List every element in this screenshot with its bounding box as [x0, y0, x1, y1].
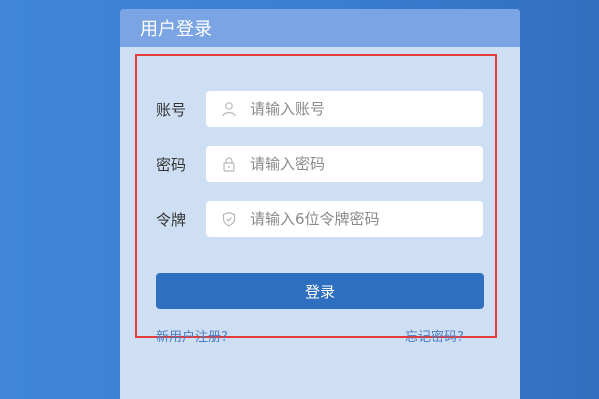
register-link[interactable]: 新用户注册? — [156, 326, 228, 345]
panel-header: 用户登录 — [120, 9, 520, 47]
lock-icon — [220, 155, 238, 173]
account-row: 账号 — [156, 91, 484, 127]
password-input[interactable] — [250, 155, 470, 173]
panel-title: 用户登录 — [140, 19, 212, 40]
account-input-box[interactable] — [206, 91, 483, 127]
password-row: 密码 — [156, 146, 484, 182]
user-icon — [220, 100, 238, 118]
login-button[interactable]: 登录 — [156, 273, 484, 309]
forgot-password-link[interactable]: 忘记密码? — [405, 326, 464, 345]
account-label: 账号 — [156, 100, 187, 119]
token-row: 令牌 — [156, 201, 484, 237]
token-input[interactable] — [250, 210, 470, 228]
password-input-box[interactable] — [206, 146, 483, 182]
shield-icon — [220, 210, 238, 228]
password-label: 密码 — [156, 155, 187, 174]
token-label: 令牌 — [156, 210, 187, 229]
account-input[interactable] — [250, 100, 470, 118]
token-input-box[interactable] — [206, 201, 483, 237]
